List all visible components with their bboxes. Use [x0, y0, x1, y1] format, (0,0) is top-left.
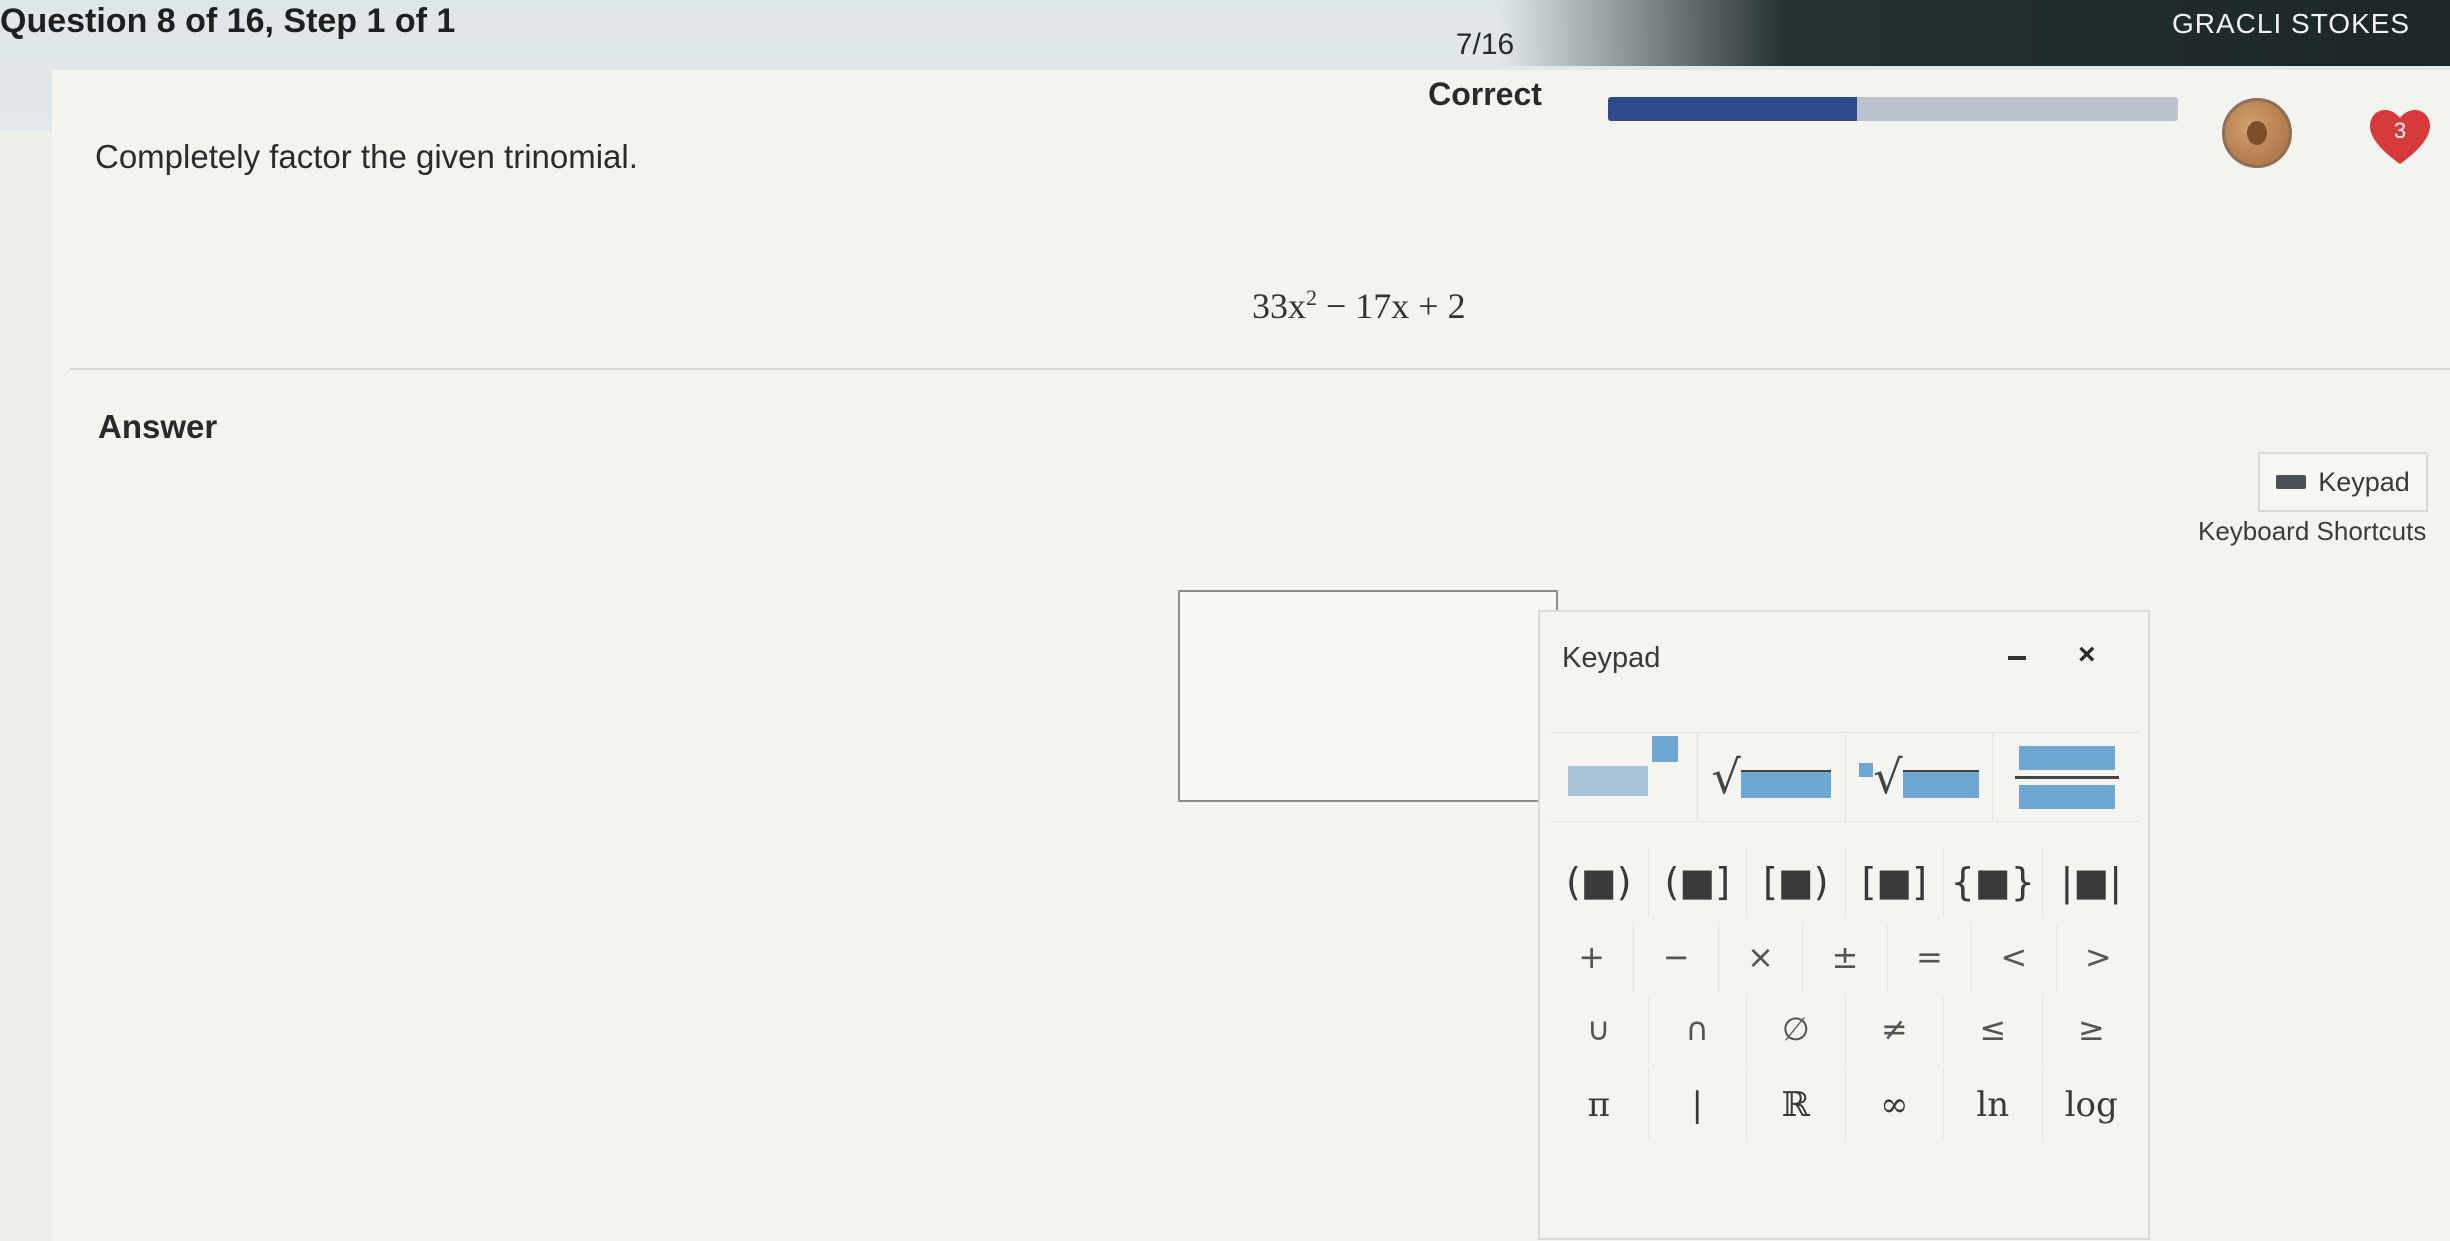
close-icon[interactable]: × — [2078, 638, 2096, 672]
grouping-key[interactable]: |■| — [2043, 847, 2141, 917]
answer-input[interactable] — [1178, 590, 1558, 802]
section-divider — [70, 368, 2450, 370]
nth-root-icon: √ — [1859, 750, 1979, 804]
keypad-toggle-label: Keypad — [2318, 466, 2410, 497]
score-fraction: 7/16 — [1455, 28, 1515, 61]
answer-heading: Answer — [98, 408, 218, 445]
expression-rest: − 17x + 2 — [1317, 286, 1466, 326]
nth-root-key[interactable]: √ — [1846, 733, 1994, 821]
operator-key[interactable]: × — [1719, 922, 1804, 992]
constant-key[interactable]: ℝ — [1747, 1067, 1846, 1142]
expression-coefficient: 33x — [1252, 286, 1306, 326]
keypad-title: Keypad — [1562, 642, 1661, 674]
grouping-key[interactable]: (■) — [1550, 847, 1649, 917]
grouping-key-row: (■) (■] [■) [■] {■} |■| — [1550, 847, 2140, 917]
sqrt-icon: √ — [1711, 750, 1831, 804]
grouping-key[interactable]: [■] — [1846, 847, 1944, 917]
question-step-label: Question 8 of 16, Step 1 of 1 — [0, 2, 456, 40]
heart-count: 3 — [2393, 118, 2407, 143]
operator-key[interactable]: ± — [1803, 922, 1888, 992]
score-box: 7/16 Correct — [1385, 28, 1585, 113]
set-key[interactable]: ∩ — [1649, 994, 1747, 1064]
constant-key[interactable]: π — [1550, 1067, 1649, 1142]
set-key[interactable]: ∪ — [1550, 994, 1649, 1064]
exponent-key[interactable] — [1550, 733, 1698, 821]
constant-key[interactable]: ∞ — [1846, 1067, 1944, 1142]
constant-key[interactable]: ln — [1944, 1067, 2043, 1142]
fraction-icon — [2014, 745, 2119, 809]
set-key[interactable]: ≤ — [1944, 994, 2043, 1064]
set-key[interactable]: ≠ — [1846, 994, 1944, 1064]
operator-key[interactable]: = — [1888, 922, 1973, 992]
trinomial-expression: 33x2 − 17x + 2 — [1252, 285, 1466, 327]
keypad-toggle-button[interactable]: Keypad — [2258, 452, 2428, 512]
progress-bar — [1608, 97, 2178, 121]
constant-key-row: π | ℝ ∞ ln log — [1550, 1067, 2140, 1142]
expression-exponent: 2 — [1306, 285, 1317, 310]
keyboard-icon — [2276, 475, 2307, 489]
question-prompt: Completely factor the given trinomial. — [95, 138, 638, 175]
grouping-key[interactable]: {■} — [1944, 847, 2043, 917]
grouping-key[interactable]: [■) — [1747, 847, 1846, 917]
fraction-key[interactable] — [1993, 733, 2140, 821]
set-key[interactable]: ∅ — [1747, 994, 1846, 1064]
operator-key[interactable]: < — [1972, 922, 2057, 992]
user-name[interactable]: GRACLI STOKES — [2172, 8, 2410, 40]
constant-key[interactable]: log — [2043, 1067, 2141, 1142]
operator-key[interactable]: > — [2057, 922, 2140, 992]
score-status: Correct — [1428, 76, 1542, 112]
sqrt-key[interactable]: √ — [1698, 733, 1846, 821]
keypad-panel: Keypad × √ √ (■) (■] [■) [■] {■} |■| + − × — [1538, 610, 2150, 1240]
operator-key[interactable]: + — [1550, 922, 1635, 992]
set-key[interactable]: ≥ — [2043, 994, 2141, 1064]
minimize-icon[interactable] — [2008, 656, 2026, 660]
grouping-key[interactable]: (■] — [1649, 847, 1747, 917]
template-key-row: √ √ — [1550, 732, 2140, 822]
operator-key[interactable]: − — [1634, 922, 1719, 992]
operator-key-row: + − × ± = < > — [1550, 922, 2140, 992]
keyboard-shortcuts-link[interactable]: Keyboard Shortcuts — [2198, 516, 2426, 547]
exponent-icon — [1568, 736, 1679, 796]
progress-bar-fill — [1608, 97, 1858, 121]
set-key-row: ∪ ∩ ∅ ≠ ≤ ≥ — [1550, 994, 2140, 1064]
constant-key[interactable]: | — [1649, 1067, 1747, 1142]
coin-icon[interactable] — [2222, 98, 2292, 168]
